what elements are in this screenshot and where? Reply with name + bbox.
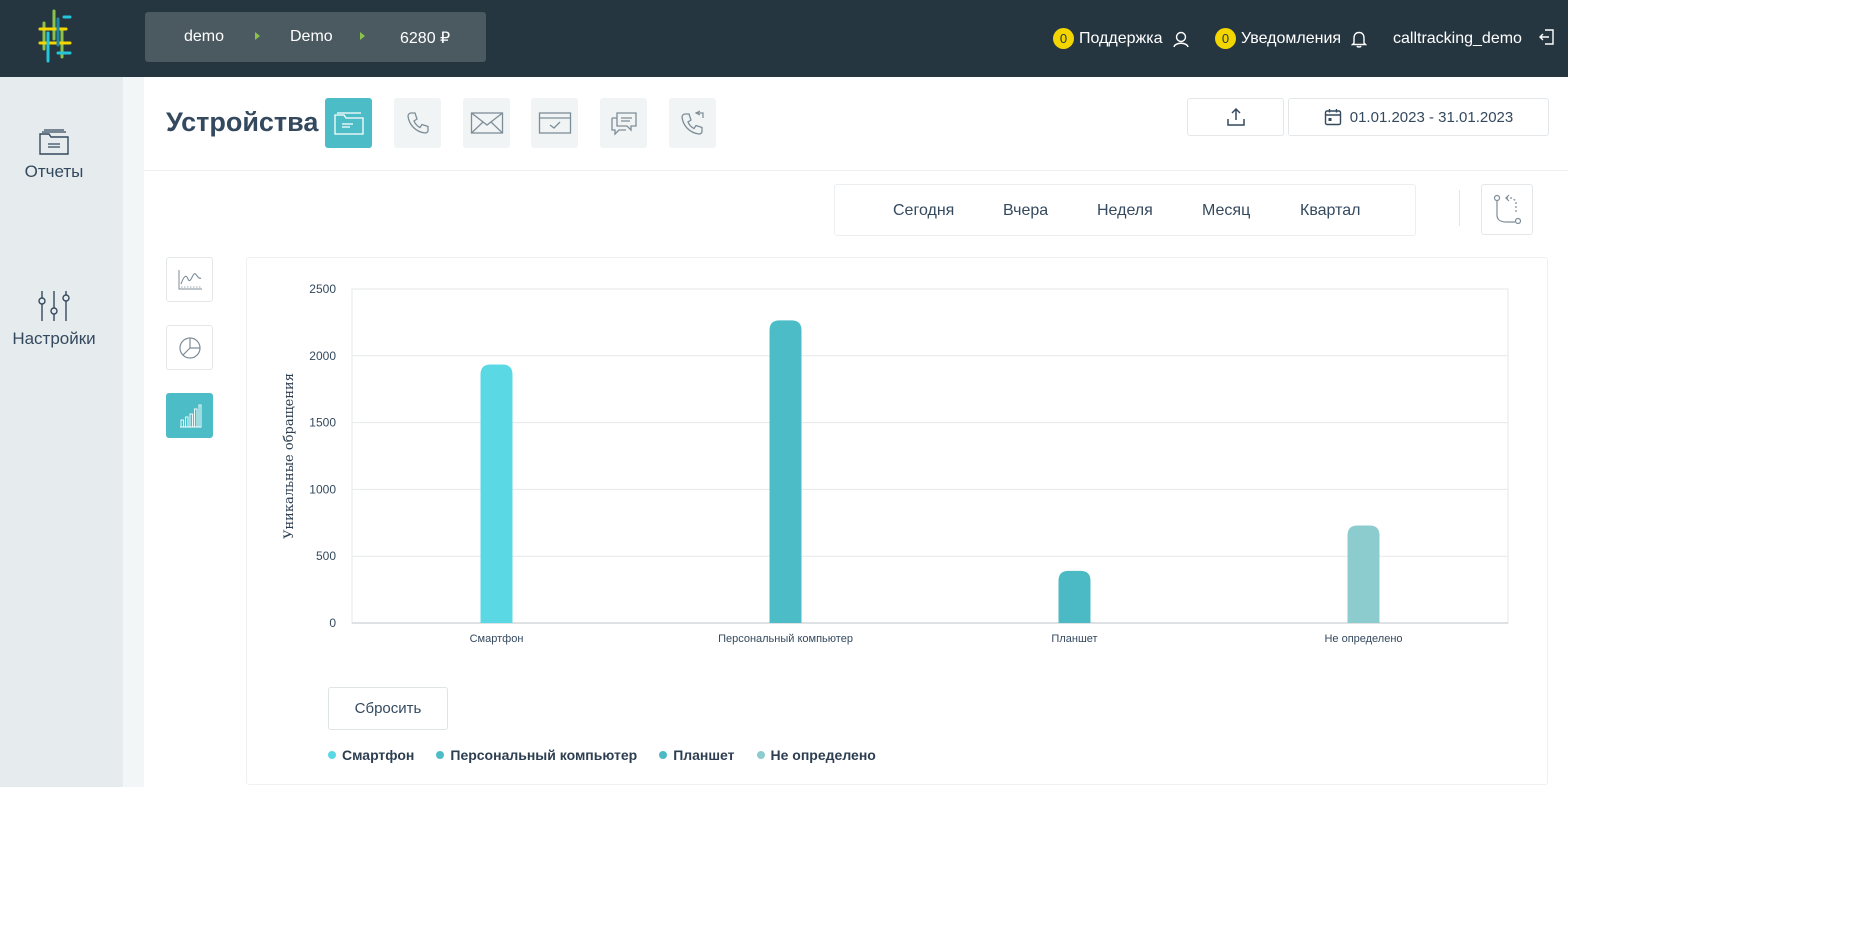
chat-icon xyxy=(610,112,637,136)
chart-type-pie-button[interactable] xyxy=(166,325,213,370)
notifications-count-badge: 0 xyxy=(1215,28,1236,49)
upload-icon xyxy=(1226,107,1245,126)
x-tick-label: Планшет xyxy=(1051,633,1097,645)
header-divider xyxy=(144,170,1568,171)
chart-type-bar-button[interactable] xyxy=(166,393,213,438)
legend-item[interactable]: Планшет xyxy=(659,747,735,763)
y-tick-label: 1000 xyxy=(309,482,336,496)
pie-chart-icon xyxy=(178,336,201,359)
period-month[interactable]: Месяц xyxy=(1202,202,1250,220)
top-bar: demo Demo 6280 ₽ 0 Поддержка 0 Уведомлен… xyxy=(0,0,1568,77)
chart-type-line-button[interactable] xyxy=(166,257,213,302)
legend-item[interactable]: Не определено xyxy=(756,747,876,763)
username: calltracking_demo xyxy=(1393,29,1522,47)
period-today[interactable]: Сегодня xyxy=(893,202,954,220)
plot-area xyxy=(351,288,1509,624)
type-button-callbacks[interactable] xyxy=(669,98,716,148)
sidebar-item-label: Отчеты xyxy=(24,162,84,181)
sidebar-item-label: Настройки xyxy=(12,329,96,348)
support-icon xyxy=(1173,31,1190,47)
x-tick-label: Персональный компьютер xyxy=(718,633,853,645)
folder-icon xyxy=(333,112,364,135)
sidebar-edge xyxy=(123,77,144,787)
period-selector: Сегодня Вчера Неделя Месяц Квартал xyxy=(834,184,1416,236)
bar-2[interactable] xyxy=(769,320,802,623)
phone-icon xyxy=(406,112,429,134)
user-menu[interactable]: calltracking_demo xyxy=(1393,0,1522,77)
legend-label: Смартфон xyxy=(342,747,415,763)
form-icon xyxy=(538,112,571,134)
legend-label: Персональный компьютер xyxy=(450,747,638,763)
support-label: Поддержка xyxy=(1079,29,1163,47)
legend-dot xyxy=(328,751,336,759)
breadcrumb-account[interactable]: demo xyxy=(184,28,224,46)
bar-chart: 0 500 1000 1500 2000 2500 Уникальные обращения… xyxy=(282,282,1509,645)
breadcrumb-balance[interactable]: 6280 ₽ xyxy=(400,28,450,48)
notifications-label: Уведомления xyxy=(1241,29,1342,47)
logo-icon[interactable] xyxy=(36,9,74,65)
breadcrumb-project[interactable]: Demo xyxy=(290,28,333,46)
type-button-all[interactable] xyxy=(325,98,372,148)
bell-icon xyxy=(1351,31,1368,48)
envelope-icon xyxy=(470,112,503,134)
bar-3[interactable] xyxy=(1058,570,1091,623)
y-tick-label: 2000 xyxy=(309,349,336,363)
period-quarter[interactable]: Квартал xyxy=(1300,202,1360,220)
y-tick-label: 0 xyxy=(329,616,336,630)
period-week[interactable]: Неделя xyxy=(1097,202,1153,220)
reset-button[interactable]: Сбросить xyxy=(328,687,448,730)
breadcrumb: demo Demo 6280 ₽ xyxy=(145,12,486,62)
legend-dot xyxy=(436,751,445,759)
legend-item[interactable]: Персональный компьютер xyxy=(436,747,637,763)
legend-label: Планшет xyxy=(673,747,735,763)
route-icon xyxy=(1493,194,1522,224)
logout-icon[interactable] xyxy=(1538,28,1556,46)
calendar-icon xyxy=(1324,109,1341,126)
y-axis-label: Уникальные обращения xyxy=(282,373,297,539)
line-chart-icon xyxy=(178,269,202,289)
y-tick-label: 2500 xyxy=(309,282,336,296)
date-range-value: 01.01.2023 - 31.01.2023 xyxy=(1349,108,1514,126)
legend-item[interactable]: Смартфон xyxy=(328,747,414,763)
sliders-icon xyxy=(38,291,70,321)
chart-legend: Смартфон Персональный компьютер Планшет Не … xyxy=(328,747,898,763)
y-tick-label: 1500 xyxy=(309,416,336,430)
y-tick-label: 500 xyxy=(316,549,336,563)
type-button-chats[interactable] xyxy=(600,98,647,148)
folder-icon xyxy=(39,129,69,155)
notifications-link[interactable]: 0 Уведомления xyxy=(1215,0,1368,77)
route-button[interactable] xyxy=(1481,184,1533,235)
legend-label: Не определено xyxy=(770,747,876,763)
export-button[interactable] xyxy=(1187,98,1284,136)
period-yesterday[interactable]: Вчера xyxy=(1003,202,1048,220)
callback-icon xyxy=(680,110,704,135)
bar-1[interactable] xyxy=(480,364,513,623)
type-button-calls[interactable] xyxy=(394,98,441,148)
type-button-forms[interactable] xyxy=(531,98,578,148)
breadcrumb-separator-icon xyxy=(255,32,260,40)
sidebar xyxy=(0,77,123,787)
x-tick-label: Смартфон xyxy=(470,633,524,645)
sidebar-item-settings[interactable]: Настройки xyxy=(0,289,108,349)
sidebar-item-reports[interactable]: Отчеты xyxy=(0,128,108,182)
breadcrumb-separator-icon xyxy=(360,32,365,40)
period-divider xyxy=(1459,190,1460,226)
bar-chart-icon xyxy=(179,404,201,427)
x-tick-label: Не определено xyxy=(1324,633,1402,645)
legend-dot xyxy=(659,751,668,759)
legend-dot xyxy=(756,751,765,759)
page-title: Устройства xyxy=(166,107,319,137)
date-range-picker[interactable]: 01.01.2023 - 31.01.2023 xyxy=(1288,98,1549,136)
type-button-emails[interactable] xyxy=(463,98,510,148)
bar-4[interactable] xyxy=(1347,525,1380,623)
support-count-badge: 0 xyxy=(1053,28,1074,49)
support-link[interactable]: 0 Поддержка xyxy=(1053,0,1190,77)
